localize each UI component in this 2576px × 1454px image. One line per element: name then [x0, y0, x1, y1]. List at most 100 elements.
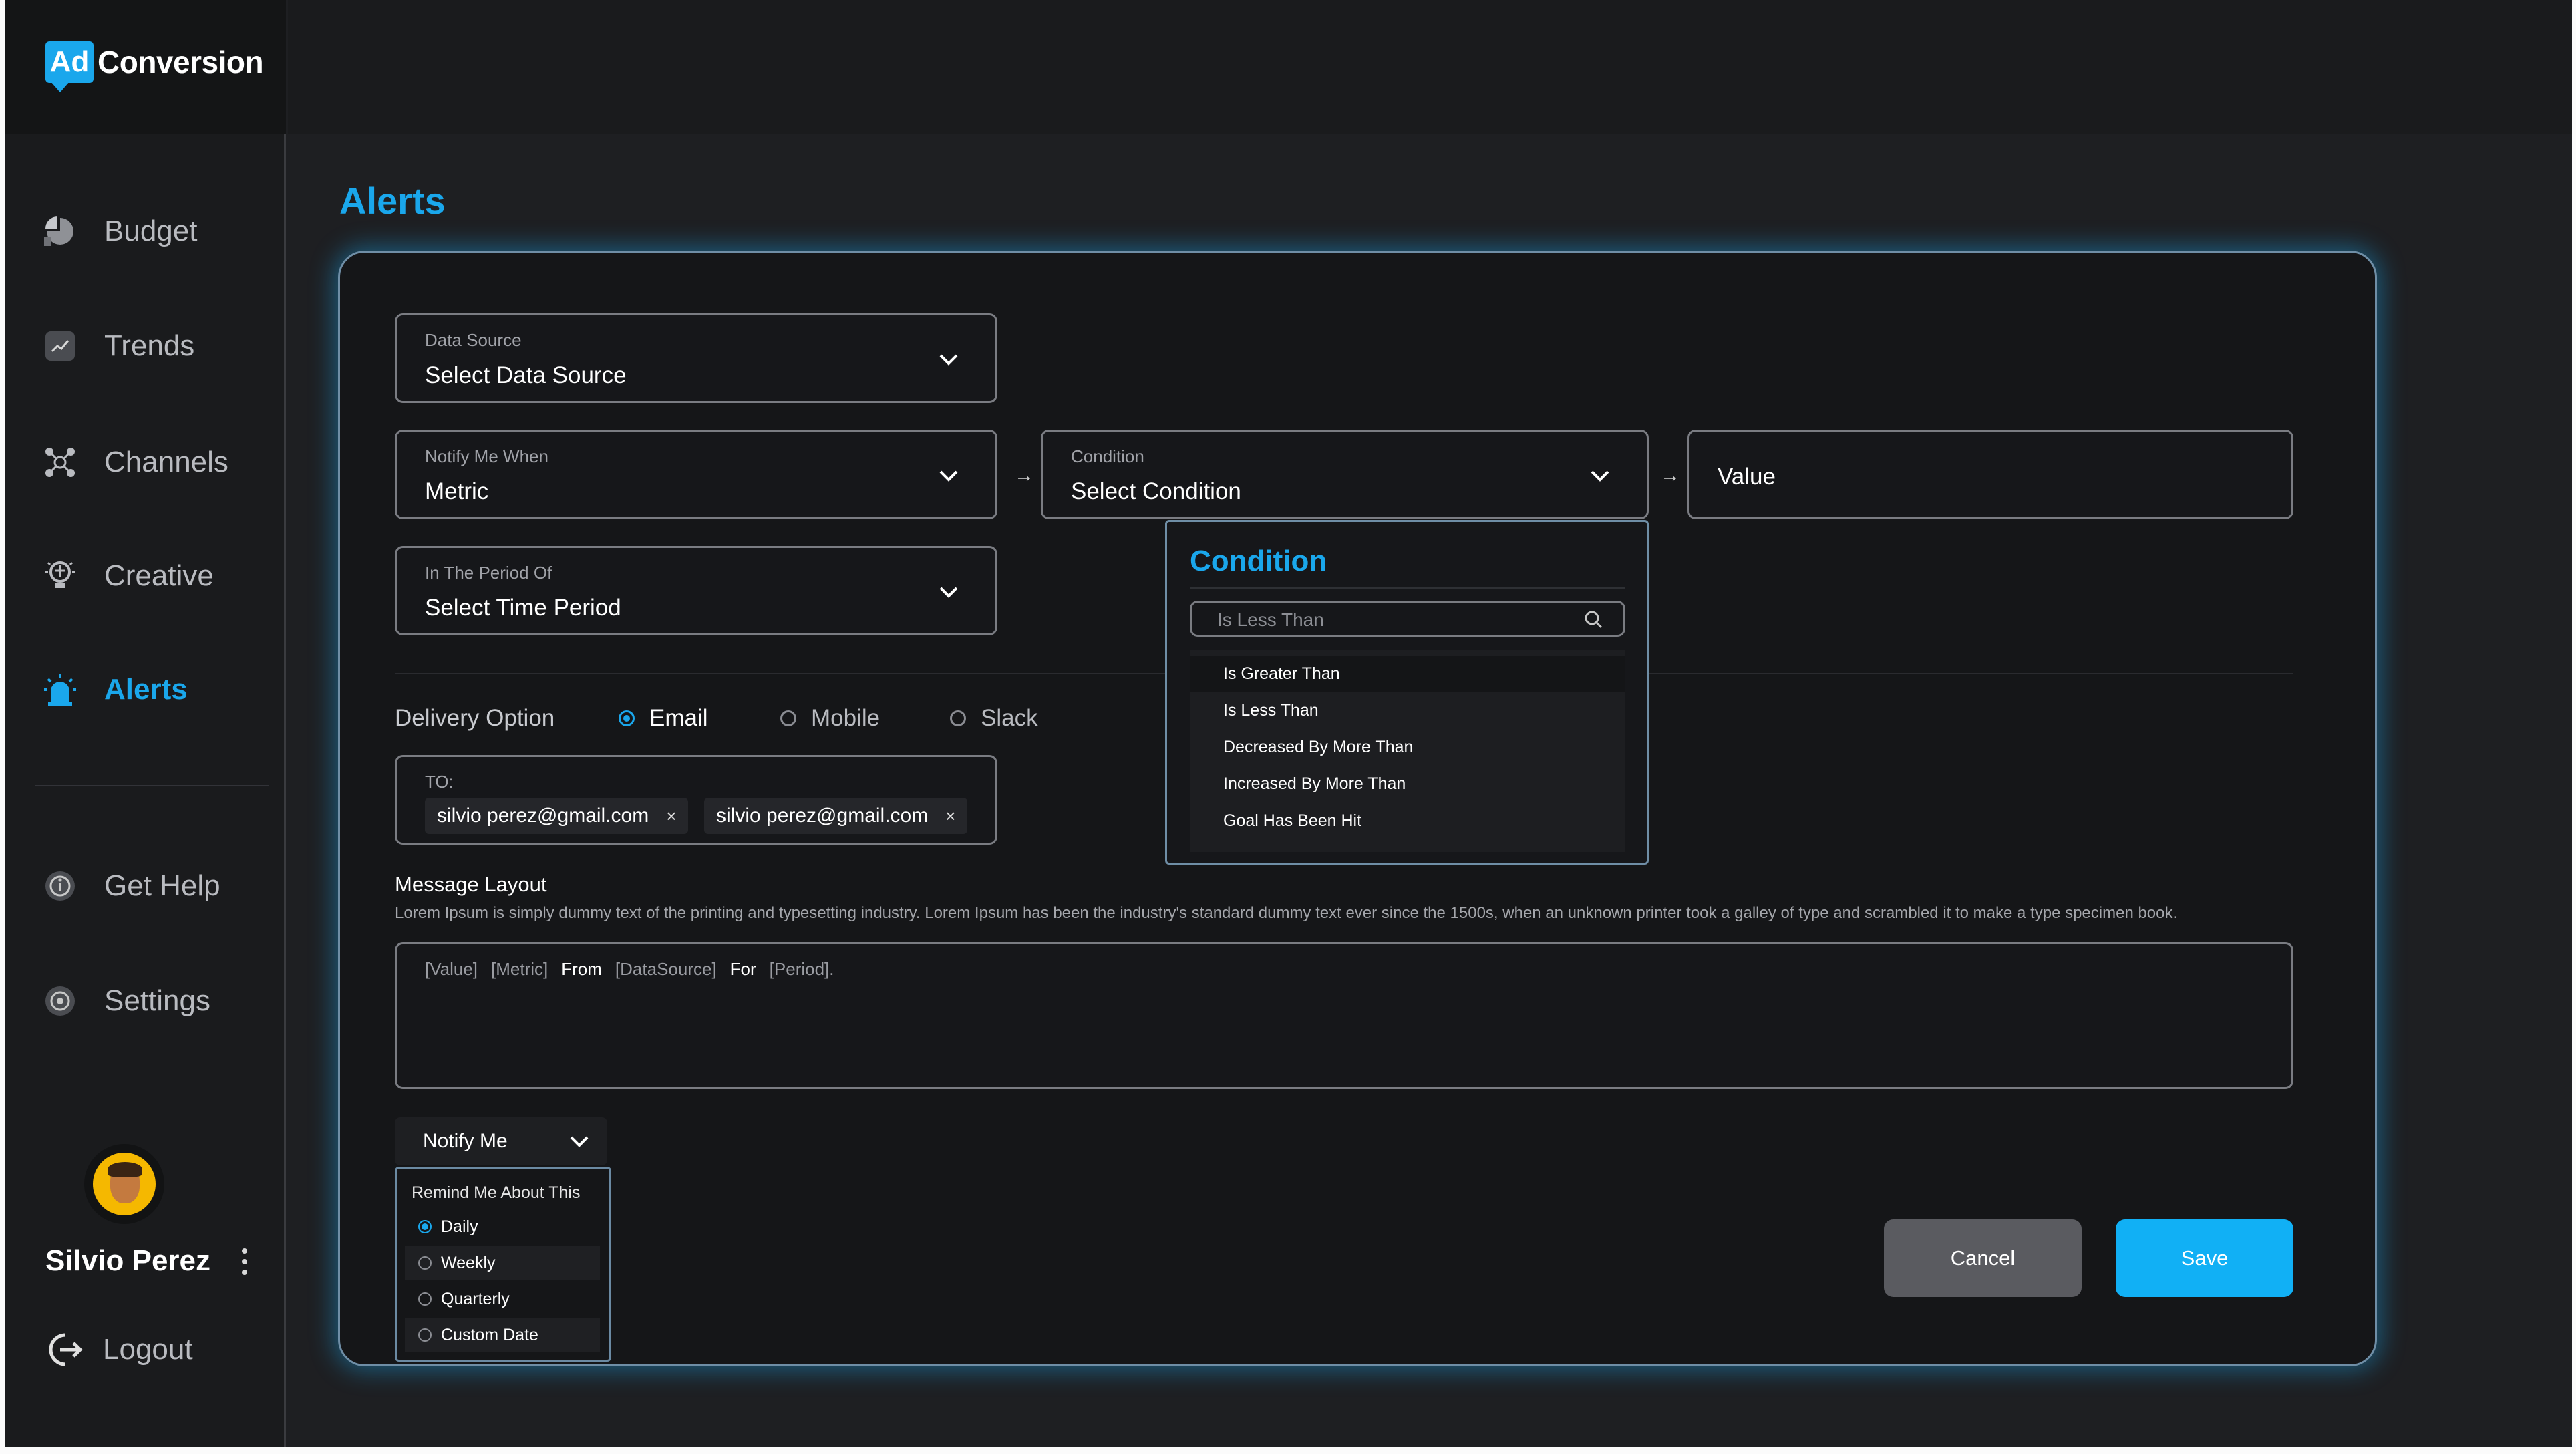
- logout-button[interactable]: Logout: [45, 1330, 193, 1370]
- delivery-slack-radio[interactable]: Slack: [950, 705, 1038, 732]
- remind-option-custom-date[interactable]: Custom Date: [405, 1318, 600, 1352]
- radio-dot: [619, 710, 635, 726]
- delivery-option-label: Delivery Option: [395, 705, 555, 731]
- template-keyword: From: [561, 959, 602, 979]
- chevron-down-icon: [939, 587, 958, 598]
- message-template: [Value] [Metric] From [DataSource] For […: [425, 959, 834, 980]
- close-icon[interactable]: ×: [945, 806, 955, 827]
- sidebar-divider: [35, 785, 269, 786]
- more-options-icon[interactable]: [240, 1248, 249, 1275]
- radio-dot: [418, 1220, 432, 1233]
- option-label: Custom Date: [441, 1325, 538, 1344]
- avatar-image: [93, 1153, 156, 1215]
- radio-dot: [418, 1256, 432, 1270]
- radio-dot: [418, 1292, 432, 1306]
- chevron-down-icon: [570, 1136, 589, 1147]
- user-name: Silvio Perez: [45, 1244, 211, 1277]
- save-button[interactable]: Save: [2116, 1219, 2293, 1297]
- radio-dot: [780, 710, 796, 726]
- field-label: In The Period Of: [425, 563, 552, 583]
- template-token: [Metric]: [491, 959, 548, 979]
- field-value: Select Time Period: [425, 595, 621, 621]
- field-label: Condition: [1071, 446, 1144, 466]
- search-icon: [1585, 611, 1603, 629]
- condition-option[interactable]: Decreased By More Than: [1190, 729, 1625, 766]
- sidebar: Ad Conversion Budget Trends Channels Cre…: [5, 0, 286, 1447]
- brand-badge: Ad: [45, 41, 94, 92]
- condition-option[interactable]: Is Less Than: [1190, 692, 1625, 729]
- cancel-button[interactable]: Cancel: [1884, 1219, 2082, 1297]
- remind-option-weekly[interactable]: Weekly: [405, 1246, 600, 1280]
- sidebar-item-settings[interactable]: Settings: [43, 984, 210, 1018]
- sidebar-item-get-help[interactable]: Get Help: [43, 869, 220, 903]
- condition-search-input[interactable]: Is Less Than: [1190, 601, 1625, 637]
- condition-options-list: Is Greater Than Is Less Than Decreased B…: [1190, 650, 1625, 852]
- chip-label: silvio perez@gmail.com: [437, 805, 649, 827]
- sidebar-item-trends[interactable]: Trends: [43, 329, 194, 364]
- sidebar-item-label: Budget: [104, 214, 198, 247]
- chevron-down-icon: [939, 354, 958, 366]
- search-value: Is Less Than: [1217, 609, 1324, 630]
- radio-dot: [418, 1328, 432, 1342]
- bulb-icon: [43, 559, 77, 593]
- sidebar-item-alerts[interactable]: Alerts: [43, 672, 188, 707]
- notify-me-dropdown[interactable]: Notify Me: [395, 1117, 607, 1165]
- message-layout-description: Lorem Ipsum is simply dummy text of the …: [395, 904, 2178, 922]
- recipients-label: TO:: [425, 772, 454, 792]
- condition-option[interactable]: Is Greater Than: [1190, 656, 1625, 692]
- chevron-down-icon: [1591, 470, 1609, 482]
- recipient-chip[interactable]: silvio perez@gmail.com ×: [704, 798, 968, 834]
- notify-when-select[interactable]: Notify Me When Metric: [395, 430, 997, 519]
- notify-me-label: Notify Me: [423, 1130, 508, 1152]
- remind-option-quarterly[interactable]: Quarterly: [405, 1282, 600, 1316]
- brand-name: Conversion: [98, 45, 264, 80]
- radio-label: Email: [649, 705, 708, 731]
- sidebar-item-creative[interactable]: Creative: [43, 559, 214, 593]
- condition-option[interactable]: Goal Has Been Hit: [1190, 803, 1625, 839]
- condition-select[interactable]: Condition Select Condition: [1041, 430, 1649, 519]
- top-bar: [288, 0, 2572, 134]
- template-token: [Period].: [769, 959, 834, 979]
- field-value: Select Data Source: [425, 362, 627, 388]
- value-placeholder: Value: [1718, 464, 1776, 490]
- alarm-icon: [43, 672, 77, 707]
- sidebar-item-label: Get Help: [104, 869, 220, 902]
- sidebar-item-budget[interactable]: Budget: [43, 214, 197, 249]
- remind-menu: Remind Me About This Daily Weekly Quarte…: [395, 1167, 611, 1362]
- template-keyword: For: [730, 959, 756, 979]
- recipient-chip[interactable]: silvio perez@gmail.com ×: [425, 798, 689, 834]
- page-title: Alerts: [339, 180, 446, 222]
- sidebar-item-label: Trends: [104, 329, 195, 362]
- condition-dropdown: Condition Is Less Than Is Greater Than I…: [1165, 520, 1649, 865]
- radio-label: Slack: [981, 705, 1038, 731]
- template-token: [DataSource]: [615, 959, 717, 979]
- chip-label: silvio perez@gmail.com: [716, 805, 929, 827]
- field-label: Notify Me When: [425, 446, 548, 466]
- channels-icon: [43, 445, 77, 480]
- brand-logo[interactable]: Ad Conversion: [45, 41, 264, 92]
- avatar[interactable]: [84, 1144, 164, 1224]
- sidebar-item-label: Settings: [104, 984, 210, 1017]
- data-source-select[interactable]: Data Source Select Data Source: [395, 313, 997, 403]
- chevron-down-icon: [939, 470, 958, 482]
- radio-label: Mobile: [811, 705, 880, 731]
- arrow-right-icon: →: [1660, 464, 1680, 486]
- remind-option-daily[interactable]: Daily: [405, 1210, 600, 1244]
- sidebar-item-channels[interactable]: Channels: [43, 445, 228, 480]
- message-layout-title: Message Layout: [395, 873, 547, 896]
- remind-title: Remind Me About This: [412, 1183, 581, 1202]
- logout-icon: [45, 1330, 86, 1370]
- delivery-email-radio[interactable]: Email: [619, 705, 708, 732]
- option-label: Daily: [441, 1217, 478, 1236]
- template-token: [Value]: [425, 959, 478, 979]
- avatar-hair: [108, 1162, 142, 1177]
- condition-option[interactable]: Increased By More Than: [1190, 766, 1625, 803]
- close-icon[interactable]: ×: [666, 806, 676, 827]
- sidebar-item-label: Channels: [104, 446, 228, 478]
- settings-icon: [43, 984, 77, 1018]
- message-template-textarea[interactable]: [Value] [Metric] From [DataSource] For […: [395, 942, 2293, 1089]
- delivery-mobile-radio[interactable]: Mobile: [780, 705, 880, 732]
- value-input[interactable]: Value: [1687, 430, 2293, 519]
- divider: [1190, 587, 1625, 589]
- period-select[interactable]: In The Period Of Select Time Period: [395, 546, 997, 635]
